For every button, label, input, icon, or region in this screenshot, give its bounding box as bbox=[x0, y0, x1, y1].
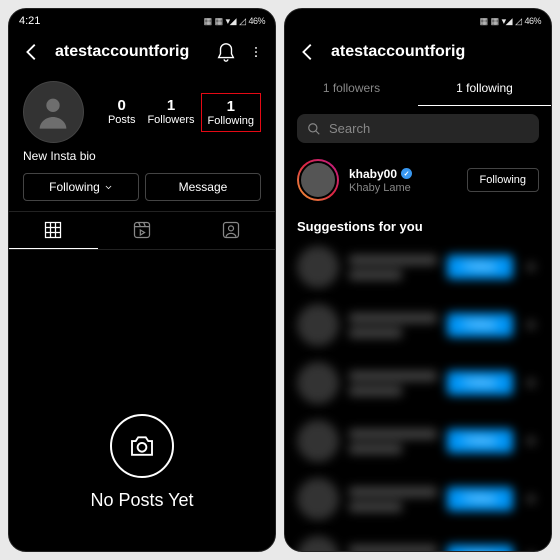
avatar[interactable] bbox=[297, 159, 339, 201]
follow-tabs: 1 followers 1 following bbox=[285, 71, 551, 106]
follow-button[interactable]: Follow bbox=[447, 371, 513, 395]
tab-following[interactable]: 1 following bbox=[418, 71, 551, 106]
content-tabs bbox=[9, 211, 275, 250]
suggestions-header: Suggestions for you bbox=[285, 209, 551, 238]
avatar bbox=[297, 304, 339, 346]
following-username: atestaccountforig bbox=[331, 43, 539, 61]
suggestion-row[interactable]: xxxxxxxxxx Follow ✕ bbox=[285, 528, 551, 551]
search-placeholder: Search bbox=[329, 121, 370, 136]
more-icon[interactable] bbox=[249, 41, 263, 63]
suggestion-row[interactable]: xxxxxxxxxx Follow ✕ bbox=[285, 412, 551, 470]
status-bar: ▦▦▾◢◿46% bbox=[285, 9, 551, 33]
user-meta: khaby00 ✓ Khaby Lame bbox=[349, 167, 457, 194]
suggestion-row[interactable]: xxxxxxxxxx Follow ✕ bbox=[285, 470, 551, 528]
back-icon[interactable] bbox=[21, 41, 43, 63]
search-input[interactable]: Search bbox=[297, 114, 539, 143]
following-screen: ▦▦▾◢◿46% atestaccountforig 1 followers 1… bbox=[284, 8, 552, 552]
status-icons: ▦▦▾◢◿46% bbox=[204, 16, 265, 27]
dismiss-icon[interactable]: ✕ bbox=[523, 549, 539, 552]
following-header: atestaccountforig bbox=[285, 33, 551, 71]
message-button[interactable]: Message bbox=[145, 173, 261, 201]
camera-icon bbox=[110, 414, 174, 478]
avatar[interactable] bbox=[23, 81, 84, 143]
profile-stats: 0 Posts 1 Followers 1 Following bbox=[102, 93, 261, 132]
profile-actions: Following Message bbox=[9, 173, 275, 211]
following-user-row[interactable]: khaby00 ✓ Khaby Lame Following bbox=[285, 151, 551, 209]
dismiss-icon[interactable]: ✕ bbox=[523, 433, 539, 450]
dismiss-icon[interactable]: ✕ bbox=[523, 259, 539, 276]
status-icons: ▦▦▾◢◿46% bbox=[480, 16, 541, 27]
empty-text: No Posts Yet bbox=[90, 490, 193, 511]
suggestion-row[interactable]: xxxxxxxxxx Follow ✕ bbox=[285, 238, 551, 296]
follow-button[interactable]: Follow bbox=[447, 545, 513, 551]
profile-header: atestaccountforig bbox=[9, 33, 275, 71]
status-bar: 4:21 ▦▦▾◢◿46% bbox=[9, 9, 275, 33]
status-time: 4:21 bbox=[19, 15, 40, 27]
following-list: khaby00 ✓ Khaby Lame Following Suggestio… bbox=[285, 151, 551, 551]
tab-followers[interactable]: 1 followers bbox=[285, 71, 418, 106]
dismiss-icon[interactable]: ✕ bbox=[523, 491, 539, 508]
profile-summary: 0 Posts 1 Followers 1 Following bbox=[9, 71, 275, 149]
profile-username: atestaccountforig bbox=[55, 43, 203, 61]
avatar bbox=[297, 362, 339, 404]
tab-grid[interactable] bbox=[9, 212, 98, 249]
suggestion-row[interactable]: xxxxxxxxxx Follow ✕ bbox=[285, 354, 551, 412]
empty-state: No Posts Yet bbox=[9, 250, 275, 551]
tab-reels[interactable] bbox=[98, 212, 187, 249]
back-icon[interactable] bbox=[297, 41, 319, 63]
follow-button[interactable]: Follow bbox=[447, 487, 513, 511]
stat-followers[interactable]: 1 Followers bbox=[141, 93, 200, 132]
verified-icon: ✓ bbox=[401, 168, 412, 179]
dismiss-icon[interactable]: ✕ bbox=[523, 317, 539, 334]
avatar bbox=[297, 420, 339, 462]
notifications-icon[interactable] bbox=[215, 41, 237, 63]
follow-button[interactable]: Follow bbox=[447, 429, 513, 453]
tab-tagged[interactable] bbox=[186, 212, 275, 249]
stat-following[interactable]: 1 Following bbox=[201, 93, 261, 132]
following-button[interactable]: Following bbox=[467, 168, 539, 192]
avatar bbox=[297, 478, 339, 520]
dismiss-icon[interactable]: ✕ bbox=[523, 375, 539, 392]
suggestion-row[interactable]: xxxxxxxxxx Follow ✕ bbox=[285, 296, 551, 354]
stat-posts[interactable]: 0 Posts bbox=[102, 93, 142, 132]
follow-button[interactable]: Follow bbox=[447, 313, 513, 337]
chevron-down-icon bbox=[104, 183, 113, 192]
following-button[interactable]: Following bbox=[23, 173, 139, 201]
profile-screen: 4:21 ▦▦▾◢◿46% atestaccountforig 0 Posts … bbox=[8, 8, 276, 552]
profile-bio: New Insta bio bbox=[9, 149, 275, 173]
search-icon bbox=[307, 122, 321, 136]
follow-button[interactable]: Follow bbox=[447, 255, 513, 279]
avatar bbox=[297, 536, 339, 551]
avatar bbox=[297, 246, 339, 288]
